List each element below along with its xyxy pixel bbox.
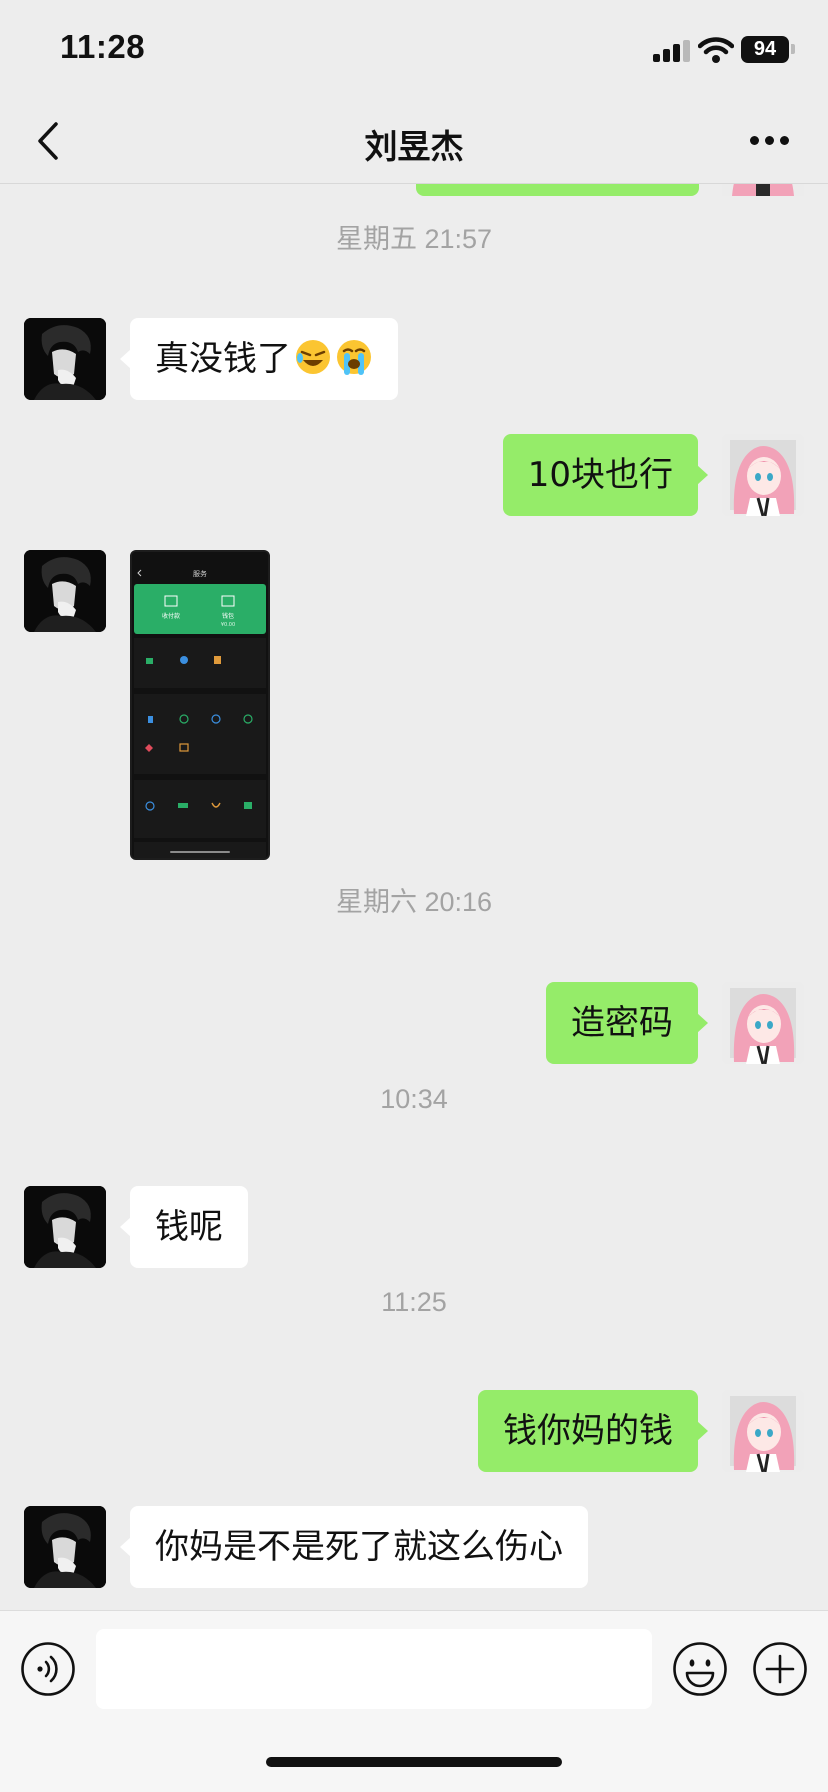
outgoing-message[interactable]: 钱你妈的钱 bbox=[478, 1390, 708, 1472]
timestamp: 星期六 20:16 bbox=[335, 887, 493, 917]
contact-avatar[interactable] bbox=[24, 1506, 106, 1588]
wifi-icon bbox=[698, 37, 734, 63]
battery-level: 94 bbox=[741, 36, 789, 63]
incoming-message[interactable]: 钱呢 bbox=[120, 1186, 248, 1268]
contact-avatar[interactable] bbox=[24, 1186, 106, 1268]
plus-icon[interactable] bbox=[752, 1641, 808, 1697]
emoji-icon[interactable] bbox=[672, 1641, 728, 1697]
screenshot-title: 服务 bbox=[193, 569, 207, 578]
more-icon[interactable] bbox=[750, 136, 790, 148]
screenshot-wallet-balance: ¥0.00 bbox=[221, 622, 235, 628]
battery-tip bbox=[791, 44, 795, 54]
home-indicator[interactable] bbox=[266, 1757, 562, 1767]
incoming-message[interactable]: 真没钱了 bbox=[120, 318, 398, 400]
message-input[interactable] bbox=[96, 1629, 652, 1709]
my-avatar[interactable] bbox=[722, 434, 804, 516]
incoming-message[interactable]: 你妈是不是死了就这么伤心 bbox=[120, 1506, 588, 1588]
chat-title: 刘昱杰 bbox=[364, 127, 464, 166]
loudly-crying-emoji-icon bbox=[337, 340, 371, 375]
chat-messages[interactable]: 星期五 21:57 真没钱了 10块也行 服务 收付款 钱包 ¥0.00 星期六… bbox=[0, 185, 828, 1610]
outgoing-message[interactable]: 造密码 bbox=[546, 982, 708, 1064]
contact-avatar[interactable] bbox=[24, 550, 106, 632]
screenshot-wallet-label: 钱包 bbox=[222, 612, 234, 620]
status-time: 11:28 bbox=[60, 28, 146, 65]
timestamp: 11:25 bbox=[381, 1287, 447, 1317]
timestamp: 星期五 21:57 bbox=[335, 224, 493, 254]
chat-header: 刘昱杰 bbox=[0, 100, 828, 184]
timestamp: 10:34 bbox=[380, 1084, 448, 1114]
message-text: 真没钱了 bbox=[155, 339, 291, 379]
my-avatar[interactable] bbox=[722, 982, 804, 1064]
rolling-laughing-emoji-icon bbox=[296, 340, 330, 374]
image-message[interactable]: 服务 收付款 钱包 ¥0.00 bbox=[130, 550, 270, 860]
contact-avatar[interactable] bbox=[24, 318, 106, 400]
cellular-signal-icon bbox=[653, 40, 690, 62]
screenshot-pay-label: 收付款 bbox=[162, 612, 180, 620]
outgoing-message[interactable]: 10块也行 bbox=[502, 434, 709, 516]
status-bar: 11:28 94 bbox=[0, 0, 828, 100]
voice-input-icon[interactable] bbox=[20, 1641, 76, 1697]
my-avatar[interactable] bbox=[722, 1390, 804, 1472]
